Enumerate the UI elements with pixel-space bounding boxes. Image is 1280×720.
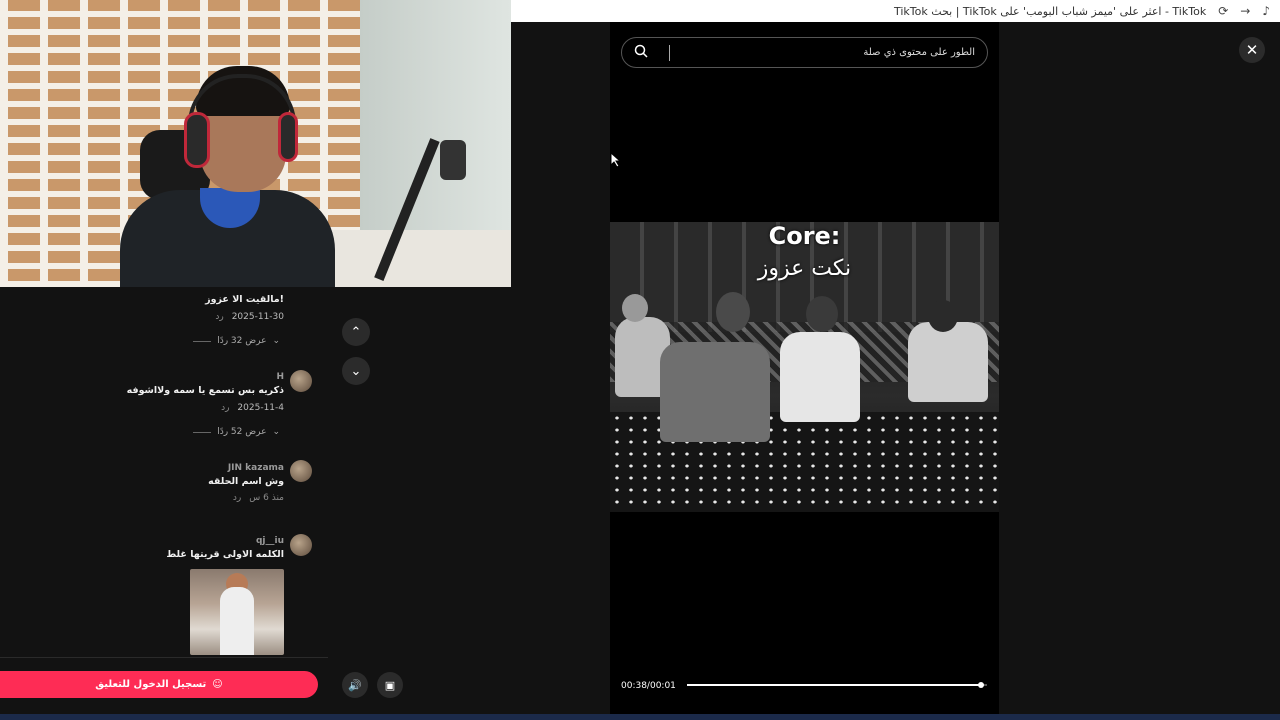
comment-date: 2025-11-30 [231, 312, 284, 322]
progress-fill [687, 684, 981, 686]
comment-image[interactable] [190, 569, 284, 655]
next-video-button[interactable]: ⌄ [342, 357, 370, 385]
webcam-overlay [0, 0, 511, 287]
previous-video-button[interactable]: ⌃ [342, 318, 370, 346]
reply-button[interactable]: رد [233, 493, 241, 503]
comment-username[interactable]: JIN kazama [228, 463, 284, 473]
comments-panel: مالقيت الا عزوز! 2025-11-30 رد عرض 32 رد… [0, 287, 328, 657]
video-person-head [716, 292, 750, 332]
video-person [780, 332, 860, 422]
video-caption-subtitle: نكت عزوز [757, 256, 852, 281]
video-person [908, 322, 988, 402]
video-frame[interactable]: Core: نكت عزوز [610, 222, 999, 512]
comment-username[interactable]: H [276, 372, 284, 382]
close-button[interactable]: ✕ [1239, 37, 1265, 63]
comment-meta: منذ 6 س رد [233, 493, 284, 503]
progress-handle[interactable] [978, 682, 984, 688]
video-person [660, 342, 770, 442]
view-replies-button[interactable]: عرض 52 ردًا ⌄ [193, 427, 280, 437]
video-timestamp: 00:38/00:01 [621, 681, 676, 691]
search-icon[interactable] [634, 43, 648, 62]
view-replies-label: عرض 52 ردًا [217, 427, 267, 437]
video-person-head [928, 300, 958, 332]
reply-button[interactable]: رد [221, 403, 229, 413]
picture-in-picture-button[interactable]: ▣ [377, 672, 403, 698]
volume-button[interactable]: 🔊 [342, 672, 368, 698]
refresh-icon[interactable]: ⟳ [1218, 4, 1228, 18]
comment-text: وش اسم الحلقه [208, 476, 284, 487]
headset-right [278, 112, 298, 162]
headset-left [184, 112, 210, 168]
desk [320, 230, 511, 287]
divider [193, 340, 212, 342]
comment-text: ذكريه بس تسمع يا سمه ولااشوفه [126, 385, 284, 396]
avatar[interactable] [290, 534, 312, 556]
video-person-head [806, 296, 838, 332]
comment-meta: 2025-11-4 رد [221, 403, 284, 413]
view-replies-button[interactable]: عرض 32 ردًا ⌄ [193, 336, 280, 346]
chevron-up-icon: ⌃ [350, 324, 362, 340]
comment-date: 2025-11-4 [237, 403, 284, 413]
tiktok-logo-icon: ♪ [1262, 4, 1270, 18]
chevron-down-icon: ⌄ [272, 427, 280, 437]
volume-icon: 🔊 [348, 678, 362, 692]
video-caption-title: Core: [768, 222, 841, 250]
login-strip: ☺ تسجيل الدخول للتعليق [0, 657, 328, 720]
comment-text: الكلمه الاولى قريتها غلط [166, 549, 284, 560]
video-person-head [622, 294, 648, 322]
search-input[interactable]: الطور على محتوى ذي صلة [621, 37, 988, 68]
image-figure-body [220, 587, 254, 655]
comment-username[interactable]: qj__iu [256, 536, 284, 546]
mouse-cursor-icon [610, 151, 622, 168]
microphone [440, 140, 466, 180]
avatar[interactable] [290, 370, 312, 392]
view-replies-label: عرض 32 ردًا [217, 336, 267, 346]
video-progress-bar[interactable] [687, 682, 987, 688]
reply-button[interactable]: رد [215, 312, 223, 322]
comment-icon: ☺ [212, 679, 223, 690]
search-placeholder: الطور على محتوى ذي صلة [863, 47, 975, 58]
comment-meta: 2025-11-30 رد [215, 312, 284, 322]
avatar[interactable] [290, 460, 312, 482]
window-title: TikTok بحث | TikTok اعثر على 'ميمز شباب … [894, 4, 1207, 18]
close-icon: ✕ [1245, 41, 1259, 59]
picture-in-picture-icon: ▣ [384, 678, 396, 692]
video-player[interactable]: الطور على محتوى ذي صلة Core: نكت عزوز 00… [610, 22, 999, 720]
chevron-down-icon: ⌄ [272, 336, 280, 346]
search-divider [669, 45, 670, 61]
window-titlebar: TikTok بحث | TikTok اعثر على 'ميمز شباب … [511, 0, 1280, 22]
comment-text: مالقيت الا عزوز! [205, 294, 284, 305]
comment-date: منذ 6 س [249, 493, 284, 503]
taskbar [0, 714, 1280, 720]
chevron-down-icon: ⌄ [350, 363, 362, 379]
login-label: تسجيل الدخول للتعليق [95, 679, 207, 690]
login-to-comment-button[interactable]: ☺ تسجيل الدخول للتعليق [0, 671, 318, 698]
forward-icon[interactable]: → [1240, 4, 1250, 18]
divider [193, 431, 212, 433]
backdrop [999, 22, 1280, 720]
